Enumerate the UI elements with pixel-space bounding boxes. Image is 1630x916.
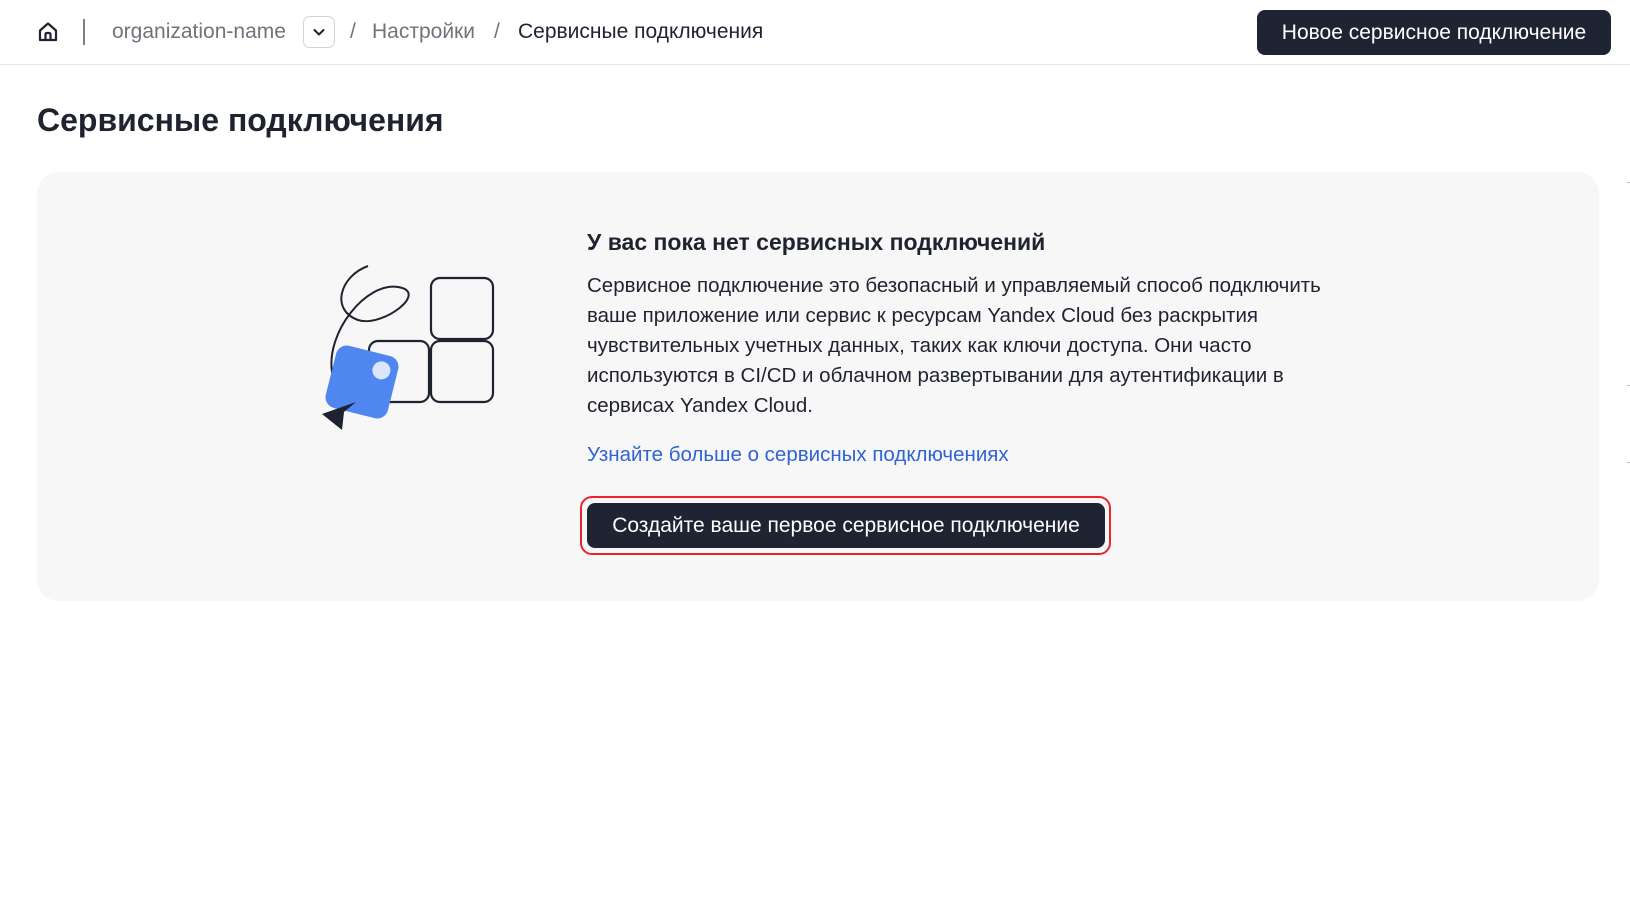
breadcrumb-organization[interactable]: organization-name xyxy=(112,18,286,46)
create-first-service-connection-button[interactable]: Создайте ваше первое сервисное подключен… xyxy=(587,503,1105,548)
breadcrumb-divider xyxy=(83,19,85,45)
home-button[interactable] xyxy=(34,18,62,46)
new-service-connection-button[interactable]: Новое сервисное подключение xyxy=(1257,10,1611,55)
page-title: Сервисные подключения xyxy=(37,102,444,138)
top-header: organization-name / Настройки / Сервисны… xyxy=(0,0,1630,65)
service-connection-illustration-icon xyxy=(322,265,495,430)
empty-state-description: Сервисное подключение это безопасный и у… xyxy=(587,274,1321,417)
organization-dropdown-button[interactable] xyxy=(303,16,335,48)
breadcrumb-separator: / xyxy=(350,20,356,43)
breadcrumb-current-page: Сервисные подключения xyxy=(518,20,764,43)
chevron-down-icon xyxy=(313,29,325,36)
breadcrumb-separator: / xyxy=(494,20,500,43)
breadcrumb-settings[interactable]: Настройки xyxy=(372,18,475,46)
learn-more-link[interactable]: Узнайте больше о сервисных подключениях xyxy=(587,440,1009,470)
empty-state-title: У вас пока нет сервисных подключений xyxy=(587,229,1046,255)
home-icon xyxy=(38,22,58,42)
